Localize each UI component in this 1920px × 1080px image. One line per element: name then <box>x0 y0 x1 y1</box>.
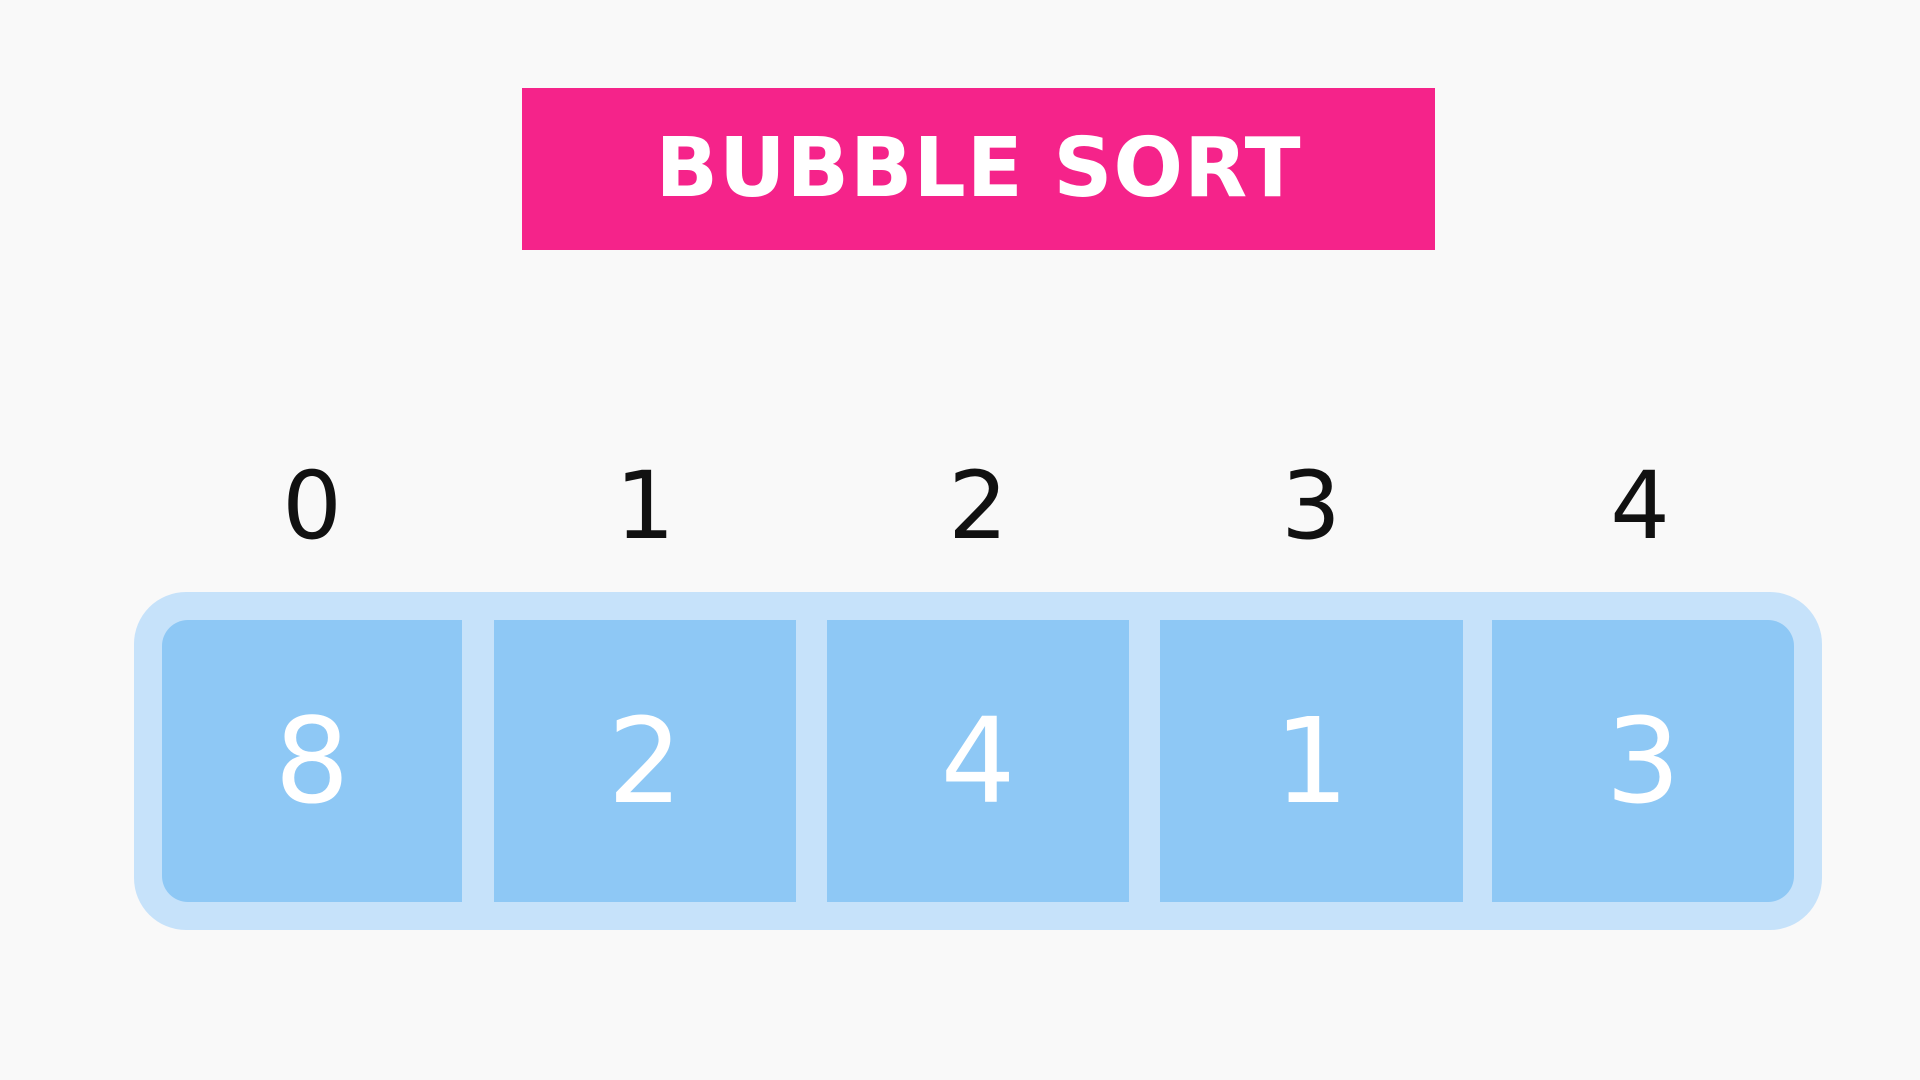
array-cell-0: 8 <box>162 620 462 902</box>
array-container: 8 2 4 1 3 <box>134 592 1822 930</box>
cell-value-1: 2 <box>607 692 683 830</box>
cell-value-0: 8 <box>274 692 350 830</box>
cell-value-2: 4 <box>940 692 1016 830</box>
title-banner: BUBBLE SORT <box>522 88 1435 250</box>
index-label-4: 4 <box>1610 452 1670 561</box>
index-label-0: 0 <box>282 452 342 561</box>
index-label-1: 1 <box>615 452 675 561</box>
array-cell-4: 3 <box>1492 620 1794 902</box>
index-row: 0 1 2 3 4 <box>0 455 1920 565</box>
cell-value-3: 1 <box>1273 692 1350 830</box>
cell-value-4: 3 <box>1605 692 1681 830</box>
index-label-2: 2 <box>948 452 1008 561</box>
index-label-3: 3 <box>1281 452 1341 561</box>
array-cell-1: 2 <box>494 620 796 902</box>
array-cell-2: 4 <box>827 620 1129 902</box>
title-text: BUBBLE SORT <box>655 121 1302 216</box>
array-cell-3: 1 <box>1160 620 1463 902</box>
